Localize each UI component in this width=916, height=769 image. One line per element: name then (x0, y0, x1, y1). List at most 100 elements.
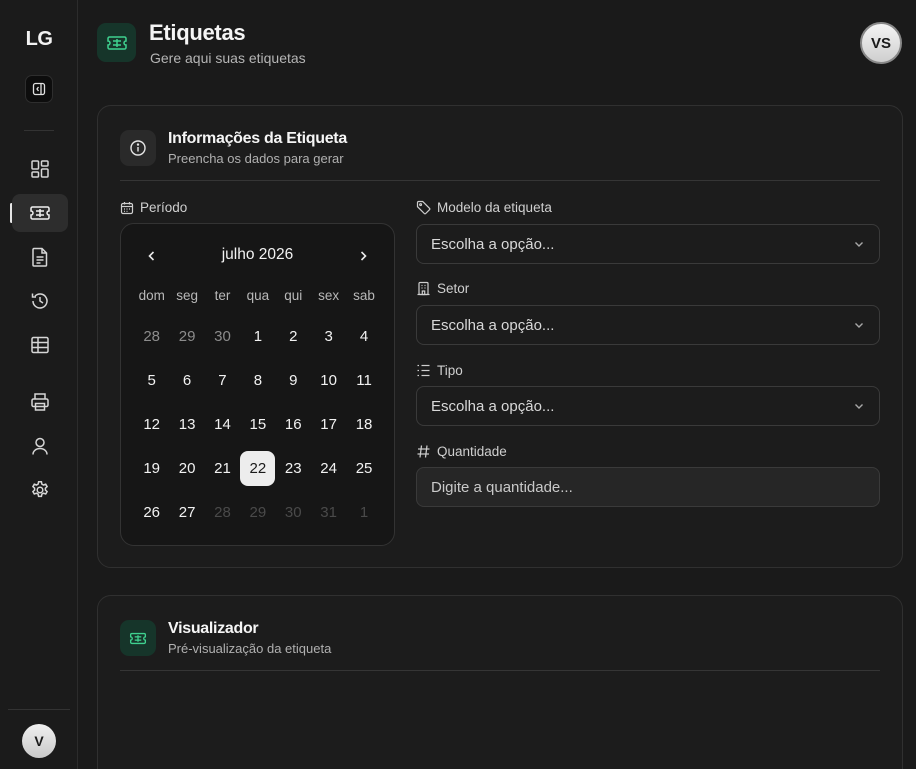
card-subtitle: Pré-visualização da etiqueta (168, 641, 332, 656)
period-label: Período (120, 200, 187, 215)
label-preview-card: Visualizador Pré-visualização da etiquet… (97, 595, 903, 769)
printer-icon (31, 393, 49, 411)
model-select-value: Escolha a opção... (431, 235, 555, 253)
model-label: Modelo da etiqueta (416, 200, 552, 215)
label-info-card: Informações da Etiqueta Preencha os dado… (97, 105, 903, 568)
calendar-day[interactable]: 20 (169, 446, 204, 490)
page-title: Etiquetas (149, 20, 246, 45)
calendar-day[interactable]: 21 (205, 446, 240, 490)
calendar-week-row: 12 13 14 15 16 17 18 (134, 402, 382, 446)
quantity-label-text: Quantidade (437, 444, 507, 459)
calendar-day-disabled: 31 (320, 503, 337, 521)
calendar-day[interactable]: 8 (240, 358, 275, 402)
quantity-input[interactable]: Digite a quantidade... (416, 467, 880, 507)
sidebar-item-users[interactable] (12, 427, 68, 465)
calendar-week-row: 26 27 28 29 30 31 1 (134, 490, 382, 534)
quantity-input-placeholder: Digite a quantidade... (431, 478, 573, 496)
type-label-text: Tipo (437, 363, 463, 378)
calendar-day-disabled: 29 (249, 503, 267, 521)
sector-select-value: Escolha a opção... (431, 316, 555, 334)
calendar-day-selected[interactable]: 22 (240, 446, 276, 490)
card-divider (120, 180, 880, 181)
calendar-day[interactable]: 9 (276, 358, 311, 402)
calendar-day-outside[interactable]: 28 (134, 314, 169, 358)
calendar-grid: dom seg ter qua qui sex sab 28 29 30 1 2… (134, 288, 382, 534)
calendar-day[interactable]: 12 (134, 402, 169, 446)
next-month-button[interactable] (351, 244, 375, 268)
calendar-day[interactable]: 17 (311, 402, 346, 446)
weekday-label: dom (138, 288, 165, 303)
calendar-day[interactable]: 7 (205, 358, 240, 402)
sidebar-item-history[interactable] (12, 282, 68, 320)
date-picker-calendar: julho 2026 dom seg ter qua qui sex sab 2… (120, 223, 395, 546)
calendar-day[interactable]: 5 (134, 358, 169, 402)
user-avatar[interactable]: VS (860, 22, 902, 64)
weekday-label: ter (214, 288, 231, 303)
calendar-day[interactable]: 6 (169, 358, 204, 402)
calendar-week-row: 28 29 30 1 2 3 4 (134, 314, 382, 358)
calendar-week-row: 19 20 21 22 23 24 25 (134, 446, 382, 490)
preview-icon-box (120, 620, 156, 656)
chevron-down-icon (855, 323, 863, 328)
calendar-day[interactable]: 14 (205, 402, 240, 446)
card-title: Informações da Etiqueta (168, 130, 347, 147)
calendar-icon (120, 201, 134, 214)
calendar-day[interactable]: 10 (311, 358, 346, 402)
calendar-day[interactable]: 23 (276, 446, 311, 490)
calendar-day[interactable]: 15 (240, 402, 275, 446)
history-icon (31, 293, 48, 309)
calendar-day[interactable]: 26 (134, 490, 169, 534)
sidebar-item-documents[interactable] (12, 238, 68, 276)
ticket-icon (30, 206, 50, 220)
sidebar-item-dashboard[interactable] (12, 150, 68, 188)
calendar-day[interactable]: 27 (169, 490, 204, 534)
calendar-day[interactable]: 18 (346, 402, 381, 446)
weekday-header-row: dom seg ter qua qui sex sab (134, 288, 382, 314)
gear-icon (31, 481, 49, 498)
list-icon (417, 364, 430, 377)
selected-day-marker[interactable]: 22 (240, 450, 276, 486)
calendar-day[interactable]: 19 (134, 446, 169, 490)
calendar-day[interactable]: 2 (276, 314, 311, 358)
sidebar-avatar[interactable]: V (22, 724, 56, 758)
calendar-day-disabled: 28 (214, 503, 231, 521)
calendar-day[interactable]: 3 (311, 314, 346, 358)
collapse-sidebar-button[interactable] (25, 75, 53, 103)
info-icon (130, 140, 146, 156)
calendar-day[interactable]: 4 (346, 314, 381, 358)
calendar-day-outside[interactable]: 29 (169, 314, 204, 358)
sidebar-item-settings[interactable] (12, 471, 68, 509)
sector-label: Setor (416, 281, 469, 296)
calendar-day[interactable]: 24 (311, 446, 346, 490)
app-logo[interactable]: LG (0, 28, 78, 51)
tag-icon (416, 200, 431, 215)
document-icon (32, 247, 48, 267)
calendar-day[interactable]: 16 (276, 402, 311, 446)
period-label-text: Período (140, 200, 188, 215)
sector-select[interactable]: Escolha a opção... (416, 305, 880, 345)
calendar-day[interactable]: 11 (346, 358, 381, 402)
calendar-day-outside[interactable]: 30 (205, 314, 240, 358)
sidebar-footer-divider (8, 709, 70, 710)
sidebar-item-print[interactable] (12, 383, 68, 421)
sidebar-item-labels[interactable] (12, 194, 68, 232)
ticket-icon (106, 35, 127, 50)
calendar-day-disabled: 1 (359, 503, 369, 521)
sidebar-item-table[interactable] (12, 326, 68, 364)
type-select[interactable]: Escolha a opção... (416, 386, 880, 426)
model-label-text: Modelo da etiqueta (437, 200, 552, 215)
calendar-day[interactable]: 1 (240, 314, 275, 358)
model-select[interactable]: Escolha a opção... (416, 224, 880, 264)
calendar-day[interactable]: 25 (346, 446, 381, 490)
calendar-week-row: 5 6 7 8 9 10 11 (134, 358, 382, 402)
user-icon (32, 437, 48, 455)
page-icon (97, 23, 136, 62)
card-title: Visualizador (168, 620, 259, 637)
calendar-day[interactable]: 13 (169, 402, 204, 446)
chevron-down-icon (855, 242, 863, 247)
type-select-value: Escolha a opção... (431, 397, 555, 415)
sidebar: LG V (0, 0, 78, 769)
weekday-label: seg (176, 288, 198, 303)
sector-label-text: Setor (437, 281, 470, 296)
weekday-label: sab (353, 288, 375, 303)
